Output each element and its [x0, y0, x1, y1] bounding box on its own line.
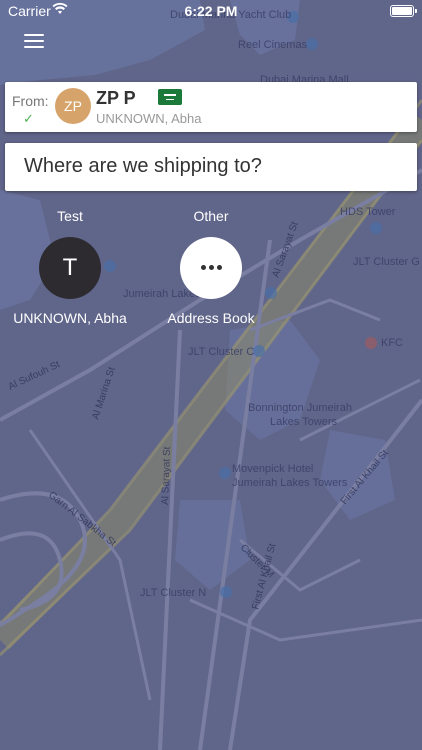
map-label: JLT Cluster C: [188, 346, 254, 358]
poi-cinema-icon: [306, 38, 318, 50]
check-icon: ✓: [23, 111, 34, 126]
sender-name: ZP P: [96, 88, 136, 108]
poi-metro-icon: [265, 287, 277, 299]
battery-icon: [390, 5, 417, 17]
option-test-address: UNKNOWN, Abha: [13, 310, 127, 326]
destination-search[interactable]: Where are we shipping to?: [5, 143, 417, 191]
poi-hotel-icon: [219, 467, 231, 479]
from-card[interactable]: From: ✓ ZP ZP P UNKNOWN, Abha: [5, 82, 417, 132]
map-label: Reel Cinemas: [238, 39, 308, 51]
map-street-label: Al Sarayat St: [160, 446, 173, 505]
option-address-book-label: Address Book: [167, 310, 255, 326]
map-label: HDS Tower: [340, 206, 396, 218]
poi-cluster-c-icon: [253, 345, 265, 357]
sender-address: UNKNOWN, Abha: [96, 111, 202, 126]
map-label: Bonnington Jumeirah: [248, 402, 352, 414]
poi-bldg-icon: [104, 260, 116, 272]
poi-cluster-n-icon: [220, 586, 232, 598]
sender-avatar: ZP: [55, 88, 91, 124]
more-dots-icon: [180, 265, 242, 270]
poi-hds-tower-icon: [370, 222, 382, 234]
option-test-label: Test: [57, 208, 83, 224]
poi-kfc-icon: [365, 337, 377, 349]
from-label: From:: [12, 93, 49, 109]
map-label: Jumeirah Lakes Towers: [232, 477, 348, 489]
clock: 6:22 PM: [184, 3, 238, 19]
map-label: JLT Cluster N: [140, 587, 206, 599]
saved-address-test-button[interactable]: T: [39, 237, 101, 299]
destination-prompt: Where are we shipping to?: [24, 155, 262, 177]
map-label: Lakes Towers: [270, 416, 338, 428]
status-bar: Carrier 6:22 PM: [0, 0, 422, 22]
map-label: Movenpick Hotel: [232, 463, 313, 475]
address-book-button[interactable]: [180, 237, 242, 299]
menu-icon: [24, 34, 44, 36]
map-label: JLT Cluster G: [353, 256, 420, 268]
map-label: KFC: [381, 337, 403, 349]
option-other-label: Other: [193, 208, 229, 224]
menu-button[interactable]: [24, 32, 46, 50]
saudi-flag-icon: [158, 89, 182, 105]
